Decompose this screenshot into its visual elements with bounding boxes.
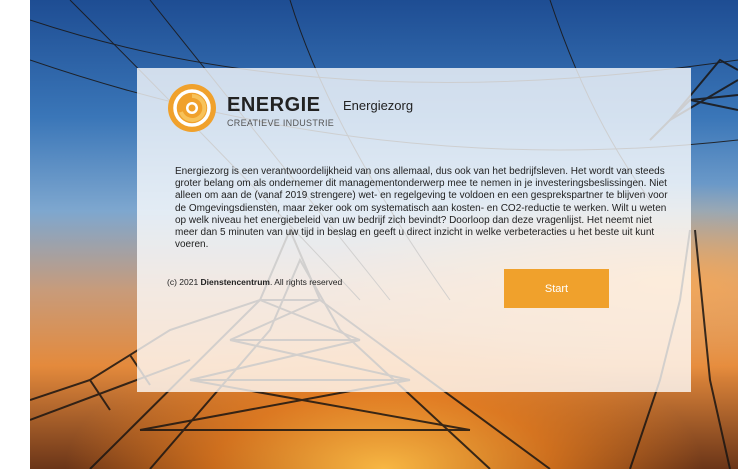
brand-subtitle: CREATIEVE INDUSTRIE (227, 118, 335, 128)
copyright-notice: (c) 2021 Dienstencentrum. All rights res… (167, 277, 342, 287)
intro-text: Energiezorg is een verantwoordelijkheid … (175, 166, 668, 251)
brand-name: ENERGIE (227, 94, 321, 116)
copyright-suffix: . All rights reserved (269, 277, 343, 287)
copyright-prefix: (c) 2021 (167, 277, 201, 287)
intro-panel: ENERGIE CREATIEVE INDUSTRIE Energiezorg … (137, 68, 691, 392)
background-photo: ENERGIE CREATIEVE INDUSTRIE Energiezorg … (30, 0, 738, 469)
start-button[interactable]: Start (504, 269, 609, 308)
energy-swirl-icon (168, 84, 216, 132)
page-title: Energiezorg (343, 98, 414, 113)
copyright-org: Dienstencentrum (200, 277, 270, 287)
